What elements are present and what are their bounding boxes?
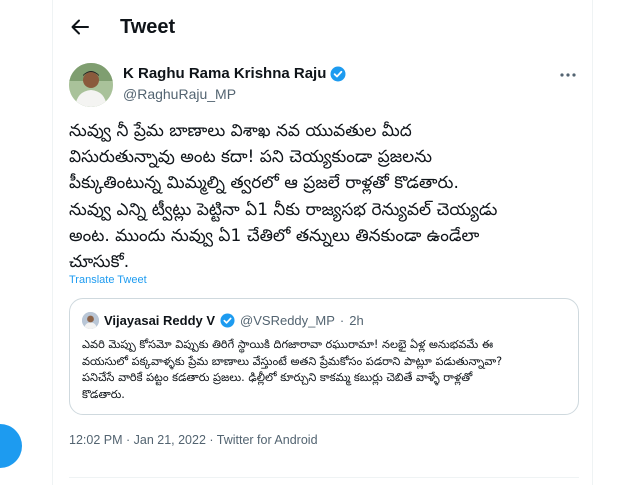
quoted-tweet[interactable]: Vijayasai Reddy V @VSReddy_MP · 2h ఎవరి …: [69, 298, 579, 415]
quoted-avatar-image: [82, 311, 99, 329]
quoted-timestamp: 2h: [349, 312, 364, 328]
verified-badge-icon: [220, 312, 235, 328]
tweet-text: నువ్వు నీ ప్రేమ బాణాలు విశాఖ నవ యువతుల మ…: [69, 121, 498, 273]
back-button[interactable]: [67, 14, 93, 40]
author-name-text: K Raghu Rama Krishna Raju: [123, 65, 327, 82]
quoted-author-name: Vijayasai Reddy V: [104, 312, 216, 328]
tweet-author: K Raghu Rama Krishna Raju @RaghuRaju_MP: [69, 63, 579, 107]
avatar-image: [69, 63, 113, 107]
left-nav-strip: [0, 0, 52, 485]
verified-badge-icon: [330, 66, 346, 82]
avatar[interactable]: [69, 63, 113, 107]
more-button[interactable]: [557, 65, 579, 85]
quoted-tweet-text: ఎవరి మెప్పు కోసమో విప్పుకు తిరిగే స్థాయి…: [82, 338, 503, 402]
arrow-left-icon: [71, 19, 89, 35]
translate-tweet-link[interactable]: Translate Tweet: [69, 273, 147, 287]
page-header: Tweet: [53, 0, 593, 53]
author-name[interactable]: K Raghu Rama Krishna Raju: [123, 65, 346, 83]
separator-dot: ·: [339, 312, 345, 328]
tweet-timestamp-source[interactable]: 12:02 PM · Jan 21, 2022 · Twitter for An…: [69, 432, 318, 448]
quoted-avatar: [82, 311, 99, 329]
more-horizontal-icon: [560, 73, 576, 77]
tweet-column: Tweet K Raghu Rama Krishna Raju @RaghuRa…: [52, 0, 593, 485]
page-title: Tweet: [120, 16, 176, 38]
tweet-stats-row: [69, 477, 579, 485]
compose-tweet-button[interactable]: [0, 424, 22, 468]
quoted-author-handle: @VSReddy_MP: [240, 312, 335, 328]
quoted-tweet-header: Vijayasai Reddy V @VSReddy_MP · 2h: [82, 311, 364, 329]
author-handle[interactable]: @RaghuRaju_MP: [123, 85, 236, 103]
